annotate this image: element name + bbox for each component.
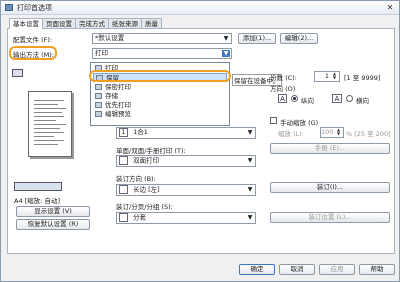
copies-stepper[interactable]: 1 ▲ ▼	[314, 71, 340, 82]
apply-button[interactable]: 应用	[319, 264, 355, 275]
landscape-icon: A	[332, 94, 342, 103]
window-title: 打印首选项	[17, 4, 52, 12]
chevron-down-icon: ▼	[247, 186, 253, 193]
scaling-value: 100	[321, 128, 334, 136]
print-style-label: 单面/双面/手册打印 (T):	[116, 147, 186, 155]
dropdown-item-priority-print[interactable]: 优先打印	[93, 101, 227, 110]
orientation-label: 方向 (O)	[270, 85, 296, 93]
duplex-icon	[119, 156, 128, 165]
binding-select[interactable]: 长边 [左] ▼	[116, 184, 256, 196]
portrait-icon: A	[278, 94, 287, 103]
staple-position-button[interactable]: 装订位置 (L)...	[270, 212, 390, 223]
dropdown-item-label: 优先打印	[105, 101, 131, 109]
close-button[interactable]: ✕	[384, 3, 396, 13]
profile-label: 配置文件 (F):	[13, 36, 53, 44]
dropdown-item-store[interactable]: 存储	[93, 92, 227, 101]
nup-icon: 1	[119, 128, 128, 137]
binding-edge-icon	[119, 185, 128, 194]
scaling-stepper[interactable]: 100 ▲ ▼	[320, 127, 344, 138]
preview-caption: A4 [缩放: 自动]	[14, 197, 60, 205]
tab-strip: 基本设置 页面设置 完成方式 纸张来源 质量	[9, 18, 162, 29]
finishing-select[interactable]: 分套 ▼	[116, 212, 256, 224]
tab-paper-source[interactable]: 纸张来源	[108, 18, 142, 28]
tab-finishing[interactable]: 完成方式	[75, 18, 109, 28]
copies-label: 份数 (C):	[270, 74, 297, 82]
landscape-radio[interactable]	[346, 95, 353, 102]
spin-arrows-icon: ▲ ▼	[332, 71, 337, 80]
profile-value: *默认设置	[95, 34, 125, 42]
lock-icon	[95, 84, 102, 90]
ok-button[interactable]: 确定	[239, 264, 275, 275]
chevron-down-icon: ▼	[222, 50, 230, 57]
portrait-label: 纵向	[301, 97, 314, 105]
chevron-down-icon: ▼	[223, 35, 229, 42]
dropdown-item-edit-preview[interactable]: 编辑预览	[93, 110, 227, 119]
output-method-value: 打印	[95, 49, 108, 57]
nup-value: 1合1	[133, 128, 148, 136]
chevron-down-icon: ▼	[247, 157, 253, 164]
dropdown-item-label: 保密打印	[105, 83, 131, 91]
chevron-down-icon: ▼	[247, 129, 253, 136]
output-method-select[interactable]: 打印 ▼	[92, 48, 232, 59]
view-settings-button[interactable]: 显示设置 (V)	[16, 206, 90, 217]
collate-icon	[119, 213, 128, 222]
binding-button[interactable]: 装订(I)...	[270, 182, 390, 193]
manual-scaling-label: 手动缩放 (G)	[280, 119, 319, 127]
help-button[interactable]: 帮助	[359, 264, 395, 275]
finishing-label: 装订/分页/分组 (S):	[116, 203, 173, 211]
copies-range: [1 至 9999]	[344, 74, 381, 82]
cancel-button[interactable]: 取消	[279, 264, 315, 275]
tab-quality[interactable]: 质量	[141, 18, 162, 28]
store-icon	[95, 93, 102, 99]
tab-basic-settings[interactable]: 基本设置	[9, 18, 43, 29]
nup-select[interactable]: 1 1合1 ▼	[116, 127, 256, 139]
binding-label: 装订方向 (B):	[116, 175, 156, 183]
restore-defaults-button[interactable]: 恢复默认设置 (R)	[16, 219, 90, 230]
preview-icon	[95, 111, 102, 117]
scaling-range: % [25 至 200]	[346, 130, 391, 138]
landscape-label: 横向	[356, 97, 369, 105]
printing-preferences-window: 打印首选项 ✕ 基本设置 页面设置 完成方式 纸张来源 质量 配置文件 (F):…	[0, 0, 400, 282]
dropdown-item-label: 存储	[105, 92, 118, 100]
print-style-select[interactable]: 双面打印 ▼	[116, 155, 256, 167]
binding-value: 长边 [左]	[133, 185, 160, 194]
scaling-label: 缩放 (L):	[278, 130, 304, 138]
dropdown-item-secure-print[interactable]: 保密打印	[93, 83, 227, 92]
output-method-label: 输出方法 (M):	[13, 51, 54, 59]
tab-page-setup[interactable]: 页面设置	[42, 18, 76, 28]
print-style-value: 双面打印	[133, 156, 160, 165]
layout-preview	[10, 73, 90, 181]
finishing-value: 分套	[133, 213, 147, 222]
dialog-footer: 确定 取消 应用 帮助	[1, 259, 399, 281]
spin-arrows-icon: ▲ ▼	[336, 127, 341, 136]
booklet-button[interactable]: 手册 (E)...	[270, 143, 390, 154]
manual-scaling-checkbox[interactable]	[270, 117, 277, 124]
title-bar: 打印首选项 ✕	[1, 1, 399, 15]
copies-value: 1	[324, 72, 329, 80]
edit-profile-button[interactable]: 编辑(2)...	[280, 33, 318, 44]
page-preview	[28, 91, 72, 157]
priority-icon	[95, 102, 102, 108]
add-profile-button[interactable]: 添加(1)...	[238, 33, 276, 44]
portrait-radio[interactable]	[291, 95, 298, 102]
dropdown-item-label: 编辑预览	[105, 110, 131, 118]
chevron-down-icon: ▼	[247, 214, 253, 221]
printer-icon	[5, 4, 13, 11]
profile-select[interactable]: *默认设置 ▼	[92, 33, 232, 44]
page-icons-strip	[14, 182, 62, 191]
selected-item-highlight	[89, 70, 231, 82]
